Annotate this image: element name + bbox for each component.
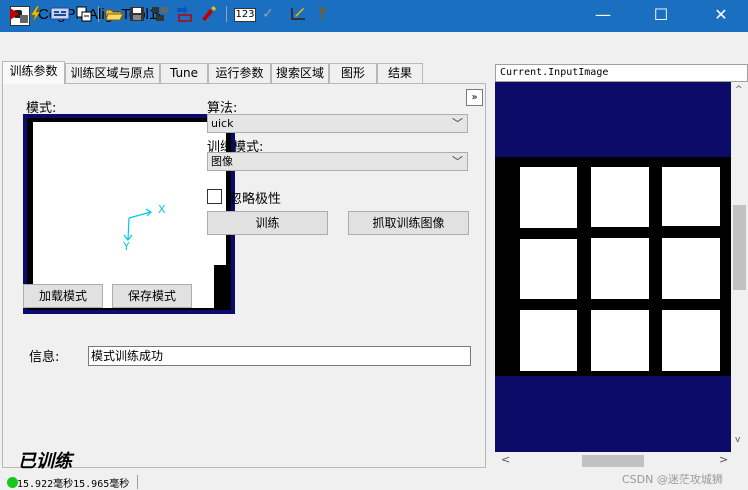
tab-search-region[interactable]: 搜索区域 [271, 63, 329, 83]
info-field[interactable]: 模式训练成功 [88, 346, 471, 366]
run-icon[interactable] [4, 4, 24, 24]
expand-button[interactable]: » [466, 89, 483, 106]
scroll-right-icon[interactable]: > [719, 453, 728, 466]
tab-graphics[interactable]: 图形 [329, 63, 377, 83]
image-pane-title: Current.InputImage [495, 64, 748, 82]
info-label: 信息: [29, 350, 60, 365]
train-button[interactable]: 训练 [207, 211, 328, 235]
open-folder-icon[interactable] [104, 4, 124, 24]
toolbar [0, 32, 748, 60]
minimize-button[interactable]: — [580, 0, 626, 32]
ruler-icon[interactable] [288, 4, 308, 24]
tab-train-region-origin[interactable]: 训练区域与原点 [65, 63, 160, 83]
image-square [520, 167, 577, 228]
status-separator [137, 475, 138, 489]
load-model-button[interactable]: 加载模式 [23, 284, 103, 308]
reset-icon[interactable] [198, 4, 218, 24]
train-mode-dropdown[interactable]: 图像 ﹀ [207, 152, 468, 171]
image-square [591, 310, 649, 371]
save-model-button[interactable]: 保存模式 [112, 284, 192, 308]
axis-y-label: Y [123, 240, 130, 253]
vertical-scroll-thumb[interactable] [733, 205, 746, 290]
check-icon[interactable]: ✓ [258, 4, 278, 24]
electric-icon[interactable] [26, 4, 46, 24]
display-icon[interactable] [50, 4, 70, 24]
axis-x-label: X [158, 203, 166, 216]
image-square [591, 167, 649, 227]
scroll-down-icon[interactable]: v [735, 435, 740, 445]
chevron-down-icon: ﹀ [452, 117, 463, 130]
run-time-text: 15.922毫秒15.965毫秒 [17, 479, 130, 490]
image-square [662, 238, 720, 299]
save-icon[interactable] [127, 4, 147, 24]
grab-train-image-button[interactable]: 抓取训练图像 [348, 211, 469, 235]
image-square [591, 238, 649, 299]
model-image-edge [214, 265, 226, 308]
copy-icon[interactable] [74, 4, 94, 24]
image-square [520, 310, 577, 371]
tab-tune[interactable]: Tune [160, 63, 208, 83]
network-icon[interactable] [150, 4, 170, 24]
image-square [662, 167, 720, 226]
model-image-edge [120, 118, 166, 122]
help-icon[interactable]: ? [312, 4, 332, 24]
train-mode-value: 图像 [211, 155, 233, 168]
import-icon[interactable] [174, 4, 194, 24]
algorithm-dropdown[interactable]: uick ﹀ [207, 114, 468, 133]
image-square [520, 239, 577, 299]
horizontal-scroll-thumb[interactable] [582, 455, 644, 467]
tab-train-params[interactable]: 训练参数 [2, 61, 65, 84]
numeric-icon[interactable]: 123 [234, 8, 256, 22]
scroll-left-icon[interactable]: < [501, 453, 510, 466]
watermark: CSDN @迷茫攻城狮 [622, 473, 723, 486]
toolbar-separator [226, 6, 227, 22]
close-button[interactable]: ✕ [698, 0, 744, 32]
tab-results[interactable]: 结果 [377, 63, 423, 83]
maximize-button[interactable]: ☐ [638, 0, 684, 32]
toolbar-separator [98, 6, 99, 22]
image-square [662, 310, 720, 371]
trained-status: 已训练 [18, 451, 72, 472]
ignore-polarity-checkbox[interactable] [207, 189, 222, 204]
chevron-down-icon: ﹀ [452, 155, 463, 168]
scroll-up-icon[interactable]: ^ [735, 85, 743, 95]
tab-run-params[interactable]: 运行参数 [208, 63, 271, 83]
ignore-polarity-label: 忽略极性 [229, 192, 282, 207]
algorithm-value: uick [211, 117, 234, 130]
